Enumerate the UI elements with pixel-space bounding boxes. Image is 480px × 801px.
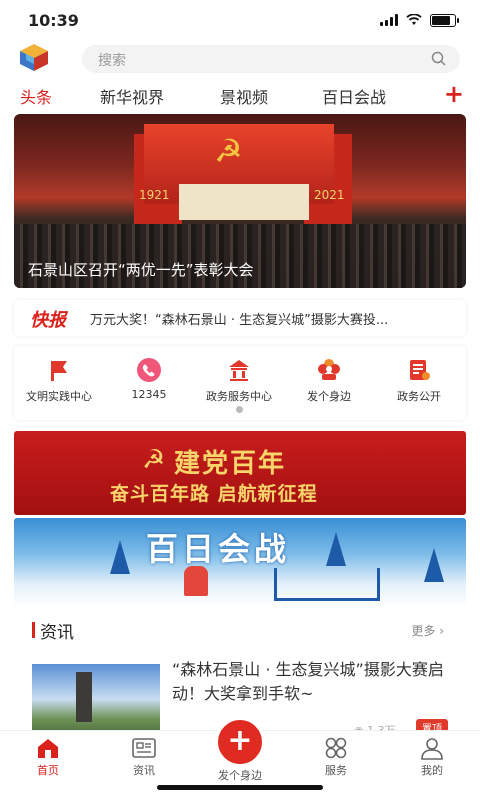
pager-dot	[236, 406, 243, 413]
quick-link-government-disclosure[interactable]: 政务公开	[374, 356, 464, 404]
status-icons	[380, 13, 459, 27]
flag-icon	[45, 356, 73, 384]
home-indicator[interactable]	[157, 785, 323, 790]
add-tab-icon[interactable]: +	[444, 80, 464, 108]
quick-link-label: 文明实践中心	[26, 390, 92, 403]
grid-icon	[296, 735, 376, 761]
section-marker	[32, 622, 35, 638]
banner-caption: 石景山区召开“两优一先”表彰大会	[28, 261, 254, 279]
tabbar-news[interactable]: 资讯	[104, 735, 184, 778]
home-icon	[8, 735, 88, 761]
quick-link-civilization-center[interactable]: 文明实践中心	[14, 356, 104, 404]
quick-link-12345[interactable]: 12345	[104, 356, 194, 401]
flash-news-bar[interactable]: 快报 万元大奖！“森林石景山 · 生态复兴城”摄影大赛投...	[14, 300, 466, 336]
quick-link-share-nearby[interactable]: 发个身边	[284, 356, 374, 404]
quick-link-label: 12345	[131, 388, 167, 401]
search-placeholder: 搜索	[98, 53, 126, 69]
pine-tree-icon	[424, 548, 444, 582]
thumbnail-chimney	[76, 672, 92, 722]
news-section-heading: 资讯	[40, 623, 74, 643]
headline-banner[interactable]: ☭ 1921 2021 石景山区召开“两优一先”表彰大会	[14, 114, 466, 288]
status-bar: 10:39	[0, 0, 480, 40]
news-icon	[104, 735, 184, 761]
banner-year-left: 1921	[139, 188, 170, 202]
flash-text[interactable]: 万元大奖！“森林石景山 · 生态复兴城”摄影大赛投...	[90, 309, 450, 328]
flower-icon	[315, 356, 343, 384]
ski-jump-ramp	[274, 568, 380, 601]
skier-figure	[184, 566, 208, 596]
tabbar-label: 发个身边	[218, 769, 262, 782]
pine-tree-icon	[326, 532, 346, 566]
promo-battle-title: 百日会战	[146, 530, 291, 568]
signal-icon	[380, 14, 398, 26]
chevron-right-icon: ›	[439, 624, 444, 638]
building-icon	[225, 356, 253, 384]
tab-jing-video[interactable]: 景视频	[220, 84, 268, 108]
document-icon	[405, 356, 433, 384]
tabbar-label: 首页	[37, 764, 59, 777]
tabbar-label: 我的	[421, 764, 443, 777]
quick-link-label: 政务公开	[397, 390, 441, 403]
banner-year-right: 2021	[314, 188, 345, 202]
pine-tree-icon	[110, 540, 130, 574]
promo-party-centennial[interactable]: ☭ 建党百年 奋斗百年路 启航新征程	[14, 431, 466, 515]
tabbar-post[interactable]: + 发个身边	[200, 717, 280, 783]
party-emblem-icon: ☭	[142, 445, 166, 475]
bottom-tab-bar: 首页 资讯 + 发个身边 服务 我的	[0, 717, 480, 801]
quick-link-government-service[interactable]: 政务服务中心	[194, 356, 284, 404]
promo-party-title: 建党百年	[174, 449, 287, 479]
tab-xinhua-vision[interactable]: 新华视界	[100, 84, 164, 108]
news-item-title[interactable]: “森林石景山 · 生态复兴城”摄影大赛启动！大奖拿到手软~	[172, 658, 452, 706]
tabbar-label: 服务	[325, 764, 347, 777]
battery-icon	[430, 13, 459, 27]
tabbar-profile[interactable]: 我的	[392, 735, 472, 778]
search-icon[interactable]	[431, 51, 446, 66]
plus-icon: +	[215, 717, 265, 767]
wifi-icon	[406, 14, 422, 25]
quick-link-label: 政务服务中心	[206, 390, 272, 403]
search-input[interactable]: 搜索	[82, 45, 460, 73]
app-logo-icon	[20, 44, 48, 71]
tabbar-services[interactable]: 服务	[296, 735, 376, 778]
promo-hundred-day-battle[interactable]: 百日会战	[14, 518, 466, 606]
promo-party-subtitle: 奋斗百年路 启航新征程	[110, 483, 318, 505]
more-label: 更多	[411, 624, 436, 638]
party-emblem-icon: ☭	[214, 132, 243, 170]
tab-headlines[interactable]: 头条	[20, 84, 52, 108]
banner-stage-screen	[179, 184, 309, 220]
more-link[interactable]: 更多 ›	[411, 622, 444, 639]
search-row: 搜索	[0, 42, 480, 73]
phone-icon	[135, 356, 163, 384]
tabbar-label: 资讯	[133, 764, 155, 777]
person-icon	[392, 735, 472, 761]
status-time: 10:39	[28, 10, 79, 30]
quick-links: 文明实践中心 12345 政务服务中心 发个身边 政务公开	[14, 346, 466, 420]
flash-tag: 快报	[30, 310, 66, 331]
tabbar-home[interactable]: 首页	[8, 735, 88, 778]
tab-hundred-days[interactable]: 百日会战	[322, 84, 386, 108]
quick-link-label: 发个身边	[307, 390, 351, 403]
category-tabs: 头条 新华视界 景视频 百日会战 +	[0, 80, 480, 108]
